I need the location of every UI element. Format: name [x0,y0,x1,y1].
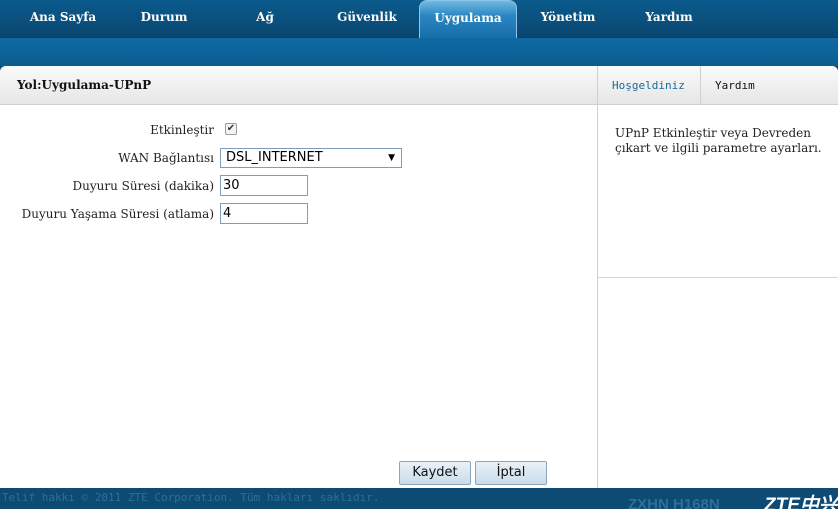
nav-item-status[interactable]: Durum [124,0,204,38]
nav-item-application[interactable]: Uygulama [419,0,517,38]
tab-welcome[interactable]: Hoşgeldiniz [612,66,685,105]
nav-item-help[interactable]: Yardım [630,0,708,38]
brand-logo: ZTE中兴 [764,495,838,509]
enable-checkbox[interactable]: ✔ [225,123,237,135]
top-navigation: Ana Sayfa Durum Ağ Güvenlik Uygulama Yön… [0,0,838,38]
sub-navigation-bar [0,38,838,66]
tab-divider [700,66,701,105]
help-text: UPnP Etkinleştir veya Devreden çıkart ve… [615,126,822,155]
nav-item-security[interactable]: Güvenlik [326,0,408,38]
breadcrumb: Yol:Uygulama-UPnP [0,66,597,105]
advertisement-ttl-input[interactable]: 4 [220,203,308,224]
nav-item-home[interactable]: Ana Sayfa [20,0,106,38]
advertisement-time-label: Duyuru Süresi (dakika) [72,179,214,193]
side-divider [598,277,838,278]
wan-connection-value: DSL_INTERNET [226,150,323,165]
footer: Telif hakkı © 2011 ZTE Corporation. Tüm … [0,488,838,509]
enable-label: Etkinleştir [150,123,214,137]
cancel-button[interactable]: İptal [475,461,547,485]
tab-help[interactable]: Yardım [715,66,755,105]
wan-connection-select[interactable]: DSL_INTERNET ▼ [220,148,402,168]
nav-item-management[interactable]: Yönetim [528,0,608,38]
save-button[interactable]: Kaydet [399,461,471,485]
copyright-text: Telif hakkı © 2011 ZTE Corporation. Tüm … [2,491,380,504]
nav-item-network[interactable]: Ağ [234,0,296,38]
side-tabs: Hoşgeldiniz Yardım [598,66,838,105]
enable-row: Etkinleştir [0,119,597,141]
advertisement-ttl-label: Duyuru Yaşama Süresi (atlama) [21,207,214,221]
advertisement-time-input[interactable]: 30 [220,175,308,196]
model-name: ZXHN H168N [628,496,720,509]
main-panel: Yol:Uygulama-UPnP Etkinleştir ✔ WAN Bağl… [0,66,597,488]
wan-connection-label: WAN Bağlantısı [118,151,214,165]
dropdown-arrow-icon: ▼ [388,153,395,163]
side-panel: Hoşgeldiniz Yardım UPnP Etkinleştir veya… [597,66,838,488]
